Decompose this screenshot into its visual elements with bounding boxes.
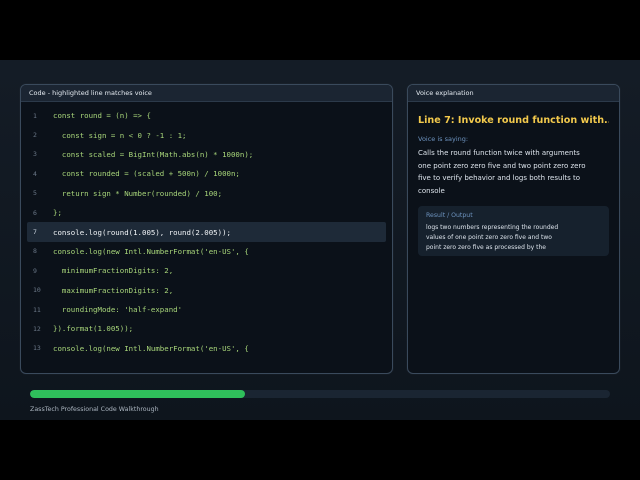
line-code-text: minimumFractionDigits: 2, xyxy=(53,266,174,276)
line-code-text: console.log(new Intl.NumberFormat('en-US… xyxy=(53,246,249,256)
line-number: 8 xyxy=(33,247,37,256)
voice-saying-label: Voice is saying: xyxy=(418,135,469,143)
line-code-text: const rounded = (scaled + 500n) / 1000n; xyxy=(53,169,240,179)
code-line[interactable]: 11 roundingMode: 'half-expand' xyxy=(27,300,386,319)
voice-saying-text: Calls the round function twice with argu… xyxy=(418,149,586,195)
line-number: 5 xyxy=(33,189,37,198)
progress-fill xyxy=(30,390,245,398)
line-code-text: const round = (n) => { xyxy=(53,111,151,121)
voice-panel: Voice explanation Line 7: Invoke round f… xyxy=(407,84,620,374)
code-line[interactable]: 3 const scaled = BigInt(Math.abs(n) * 10… xyxy=(27,145,386,164)
code-line[interactable]: 5 return sign * Number(rounded) / 100; xyxy=(27,184,386,203)
line-number: 6 xyxy=(33,208,37,217)
code-line[interactable]: 12 }).format(1.005)); xyxy=(27,319,386,338)
line-number: 2 xyxy=(33,131,37,140)
code-line[interactable]: 8 console.log(new Intl.NumberFormat('en-U… xyxy=(27,242,386,261)
line-code-text: console.log(new Intl.NumberFormat('en-US… xyxy=(53,343,249,353)
line-code-text: const sign = n < 0 ? -1 : 1; xyxy=(53,130,187,140)
result-text: logs two numbers representing the rounde… xyxy=(426,224,559,251)
footer-caption: ZassTech Professional Code Walkthrough xyxy=(30,406,159,413)
code-line[interactable]: 4 const rounded = (scaled + 500n) / 1000… xyxy=(27,164,386,183)
walkthrough-stage: Code - highlighted line matches voice 1 c… xyxy=(0,60,640,420)
line-number: 3 xyxy=(33,150,37,159)
line-number: 10 xyxy=(33,286,41,295)
line-number: 12 xyxy=(33,324,41,333)
code-line[interactable]: 10 maximumFractionDigits: 2, xyxy=(27,281,386,300)
line-number: 13 xyxy=(33,344,41,353)
code-line[interactable]: 2 const sign = n < 0 ? -1 : 1; xyxy=(27,125,386,144)
line-code-text: return sign * Number(rounded) / 100; xyxy=(53,188,223,198)
line-code-text: maximumFractionDigits: 2, xyxy=(53,285,174,295)
line-number: 11 xyxy=(33,305,41,314)
voice-panel-title: Voice explanation xyxy=(408,85,619,102)
line-number: 1 xyxy=(33,111,37,120)
code-line[interactable]: 6}; xyxy=(27,203,386,222)
line-number: 7 xyxy=(33,228,37,237)
line-code-text: console.log(round(1.005), round(2.005)); xyxy=(53,227,231,237)
line-code-text: }; xyxy=(53,208,62,218)
code-line[interactable]: 13 console.log(new Intl.NumberFormat('en-… xyxy=(27,339,386,358)
line-code-text: }).format(1.005)); xyxy=(53,324,134,334)
explained-line-title: Line 7: Invoke round function with... xyxy=(418,115,609,126)
line-code-text: const scaled = BigInt(Math.abs(n) * 1000… xyxy=(53,149,254,159)
line-number: 9 xyxy=(33,266,37,275)
line-code-text: roundingMode: 'half-expand' xyxy=(53,305,183,315)
code-line[interactable]: 9 minimumFractionDigits: 2, xyxy=(27,261,386,280)
line-number: 4 xyxy=(33,169,37,178)
result-label: Result / Output xyxy=(426,212,473,219)
progress-bar[interactable] xyxy=(30,390,610,398)
code-line[interactable]: 1 const round = (n) => { xyxy=(27,106,386,125)
code-listing: 1 const round = (n) => { 2 const sign = n … xyxy=(21,102,392,358)
code-panel-title: Code - highlighted line matches voice xyxy=(21,85,392,102)
code-line[interactable]: 7 console.log(round(1.005), round(2.005))… xyxy=(27,222,386,242)
code-panel: Code - highlighted line matches voice 1 c… xyxy=(20,84,393,374)
result-box: Result / Output logs two numbers represe… xyxy=(418,206,609,256)
